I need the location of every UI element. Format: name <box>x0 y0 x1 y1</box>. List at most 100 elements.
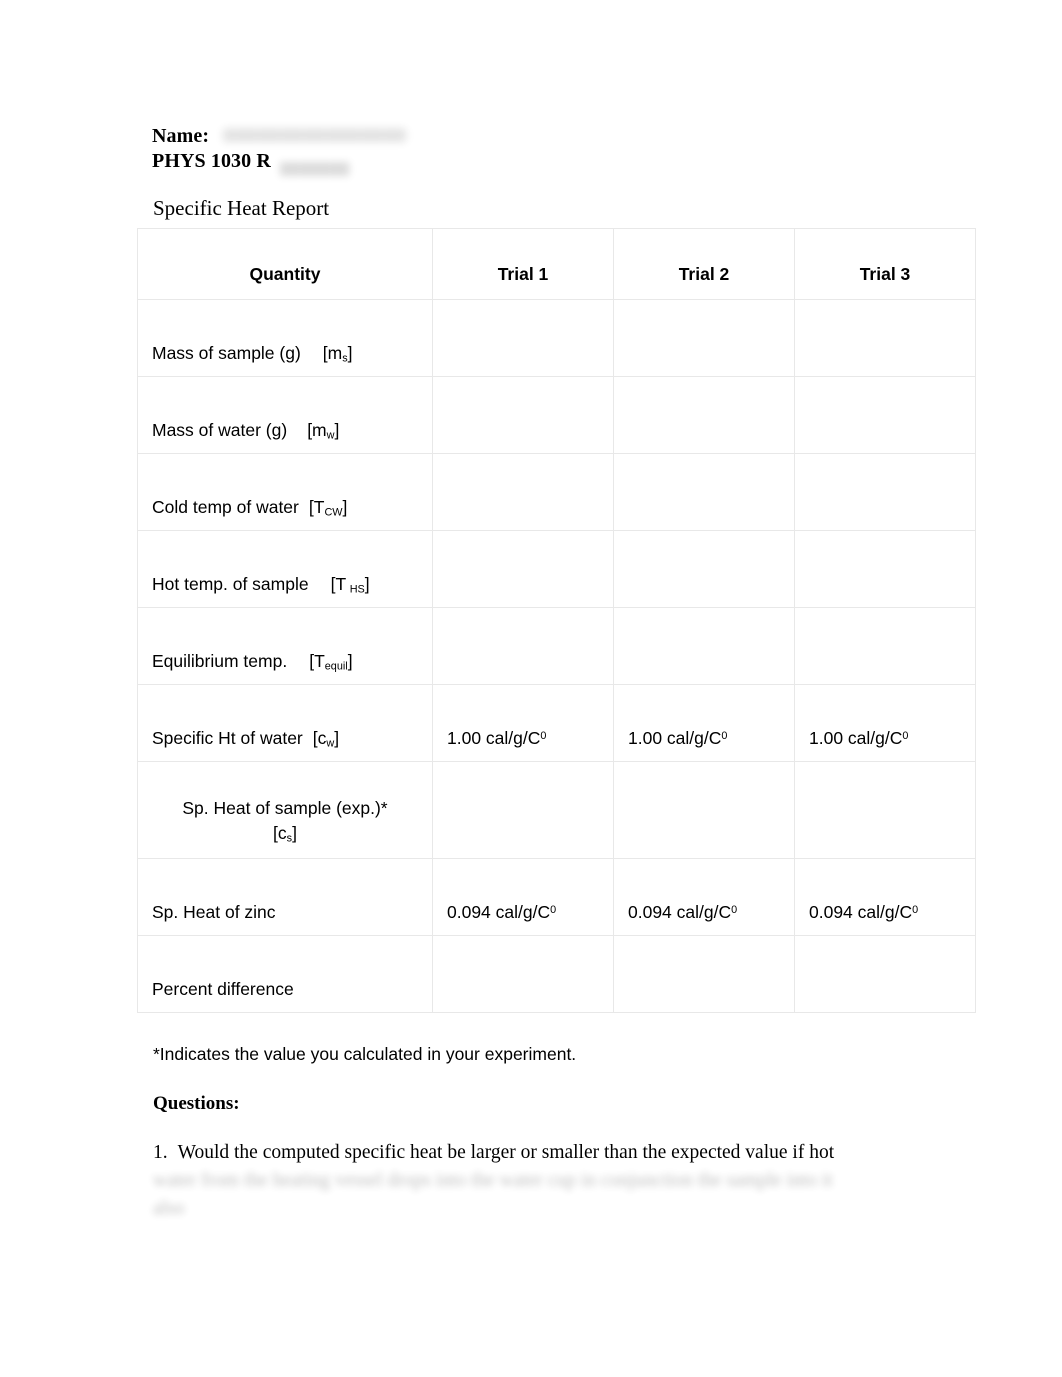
value-cell-trial-1[interactable] <box>432 530 614 608</box>
header-cell-trial-3: Trial 3 <box>794 228 976 300</box>
value-cell-trial-1[interactable]: 0.094 cal/g/C0 <box>432 858 614 936</box>
value-cell-trial-1[interactable] <box>432 376 614 454</box>
value-cell-trial-1[interactable] <box>432 935 614 1013</box>
document-header: Name: ████████████████ PHYS 1030 R ██████… <box>152 124 912 176</box>
value-mass-of-sample-trial-2 <box>614 342 794 376</box>
column-header-trial-1: Trial 1 <box>497 264 549 284</box>
value-cell-trial-1[interactable]: 1.00 cal/g/C0 <box>432 684 614 762</box>
value-cell-trial-2[interactable] <box>613 761 795 859</box>
value-cell-trial-3[interactable] <box>794 299 976 377</box>
value-specific-ht-water-trial-3: 1.00 cal/g/C0 <box>809 728 909 748</box>
row-label-cell: Mass of sample (g) [ms] <box>137 299 433 377</box>
table-row: Specific Ht of water [cw] 1.00 cal/g/C0 1… <box>137 684 976 762</box>
value-percent-difference-trial-1 <box>433 978 613 1012</box>
column-header-trial-3: Trial 3 <box>859 264 911 284</box>
value-sp-heat-sample-trial-2 <box>614 824 794 858</box>
value-cell-trial-3[interactable] <box>794 935 976 1013</box>
value-cell-trial-2[interactable] <box>613 376 795 454</box>
value-cell-trial-2[interactable] <box>613 530 795 608</box>
row-label-cell: Cold temp of water [TCW] <box>137 453 433 531</box>
value-hot-temp-trial-2 <box>614 573 794 607</box>
value-mass-of-water-trial-3 <box>795 419 975 453</box>
value-mass-of-water-trial-1 <box>433 419 613 453</box>
value-cell-trial-1[interactable] <box>432 453 614 531</box>
value-cell-trial-3[interactable] <box>794 530 976 608</box>
value-sp-heat-zinc-trial-3: 0.094 cal/g/C0 <box>809 902 919 922</box>
value-sp-heat-zinc-trial-2: 0.094 cal/g/C0 <box>628 902 738 922</box>
course-line: PHYS 1030 R <box>152 149 912 174</box>
table-row: Cold temp of water [TCW] <box>137 453 976 531</box>
question-item-1: 1. Would the computed specific heat be la… <box>153 1139 913 1223</box>
value-sp-heat-sample-trial-3 <box>795 824 975 858</box>
quantity-label-equilibrium-temp: Equilibrium temp. [Tequil] <box>152 651 353 673</box>
value-cold-temp-trial-2 <box>614 496 794 530</box>
value-cell-trial-3[interactable]: 0.094 cal/g/C0 <box>794 858 976 936</box>
value-equilibrium-temp-trial-1 <box>433 650 613 684</box>
table-row: Sp. Heat of sample (exp.)* [cs] <box>137 761 976 859</box>
table-header-row: Quantity Trial 1 Trial 2 Trial 3 <box>137 228 976 300</box>
row-label-cell: Sp. Heat of sample (exp.)* [cs] <box>137 761 433 859</box>
value-cell-trial-2[interactable] <box>613 607 795 685</box>
table-row: Percent difference <box>137 935 976 1013</box>
value-equilibrium-temp-trial-3 <box>795 650 975 684</box>
value-hot-temp-trial-3 <box>795 573 975 607</box>
value-cell-trial-1[interactable] <box>432 607 614 685</box>
value-mass-of-water-trial-2 <box>614 419 794 453</box>
value-cell-trial-3[interactable] <box>794 376 976 454</box>
value-cell-trial-1[interactable] <box>432 299 614 377</box>
row-label-cell: Equilibrium temp. [Tequil] <box>137 607 433 685</box>
quantity-label-percent-difference: Percent difference <box>152 979 294 999</box>
row-label-cell: Mass of water (g) [mw] <box>137 376 433 454</box>
value-cell-trial-3[interactable] <box>794 453 976 531</box>
name-value-redacted: ████████████████ <box>223 130 407 142</box>
specific-heat-table-wrapper: Quantity Trial 1 Trial 2 Trial 3 Mass of… <box>137 228 976 1013</box>
value-cell-trial-2[interactable] <box>613 299 795 377</box>
header-cell-trial-2: Trial 2 <box>613 228 795 300</box>
value-specific-ht-water-trial-1: 1.00 cal/g/C0 <box>447 728 547 748</box>
value-cell-trial-2[interactable]: 0.094 cal/g/C0 <box>613 858 795 936</box>
question-1-redacted-line-2: water from the heating vessel drops into… <box>153 1170 833 1191</box>
value-mass-of-sample-trial-3 <box>795 342 975 376</box>
value-cell-trial-1[interactable] <box>432 761 614 859</box>
value-cell-trial-2[interactable]: 1.00 cal/g/C0 <box>613 684 795 762</box>
quantity-label-sp-heat-of-zinc: Sp. Heat of zinc <box>152 902 276 922</box>
table-row: Hot temp. of sample [T HS] <box>137 530 976 608</box>
row-label-cell: Percent difference <box>137 935 433 1013</box>
row-label-cell: Sp. Heat of zinc <box>137 858 433 936</box>
row-label-cell: Specific Ht of water [cw] <box>137 684 433 762</box>
value-equilibrium-temp-trial-2 <box>614 650 794 684</box>
quantity-label-sp-heat-of-sample: Sp. Heat of sample (exp.)* [cs] <box>182 798 388 845</box>
table-row: Mass of water (g) [mw] <box>137 376 976 454</box>
value-mass-of-sample-trial-1 <box>433 342 613 376</box>
quantity-label-mass-of-water: Mass of water (g) [mw] <box>152 420 340 442</box>
header-cell-quantity: Quantity <box>137 228 433 300</box>
value-cell-trial-2[interactable] <box>613 935 795 1013</box>
specific-heat-table: Quantity Trial 1 Trial 2 Trial 3 Mass of… <box>137 228 976 1013</box>
table-footnote: *Indicates the value you calculated in y… <box>153 1044 577 1064</box>
question-1-text: Would the computed specific heat be larg… <box>177 1142 835 1163</box>
value-cell-trial-3[interactable] <box>794 761 976 859</box>
question-1-line-1: 1. Would the computed specific heat be la… <box>153 1139 913 1167</box>
course-code: PHYS 1030 R <box>152 150 271 172</box>
value-specific-ht-water-trial-2: 1.00 cal/g/C0 <box>628 728 728 748</box>
column-header-trial-2: Trial 2 <box>678 264 730 284</box>
table-row: Mass of sample (g) [ms] <box>137 299 976 377</box>
value-cell-trial-2[interactable] <box>613 453 795 531</box>
value-cold-temp-trial-1 <box>433 496 613 530</box>
value-cell-trial-3[interactable] <box>794 607 976 685</box>
value-percent-difference-trial-3 <box>795 978 975 1012</box>
question-1-number: 1. <box>153 1142 168 1163</box>
row-label-cell: Hot temp. of sample [T HS] <box>137 530 433 608</box>
questions-heading: Questions: <box>153 1093 240 1114</box>
value-percent-difference-trial-2 <box>614 978 794 1012</box>
report-title: Specific Heat Report <box>153 196 330 220</box>
question-1-redacted-line-3: also <box>153 1198 185 1219</box>
table-row: Sp. Heat of zinc 0.094 cal/g/C0 0.094 ca… <box>137 858 976 936</box>
course-note-redacted: ███████ <box>280 162 350 176</box>
quantity-label-mass-of-sample: Mass of sample (g) [ms] <box>152 343 353 365</box>
value-cold-temp-trial-3 <box>795 496 975 530</box>
column-header-quantity: Quantity <box>249 264 321 284</box>
quantity-label-cold-temp-of-water: Cold temp of water [TCW] <box>152 497 348 519</box>
quantity-label-hot-temp-of-sample: Hot temp. of sample [T HS] <box>152 574 370 596</box>
value-cell-trial-3[interactable]: 1.00 cal/g/C0 <box>794 684 976 762</box>
